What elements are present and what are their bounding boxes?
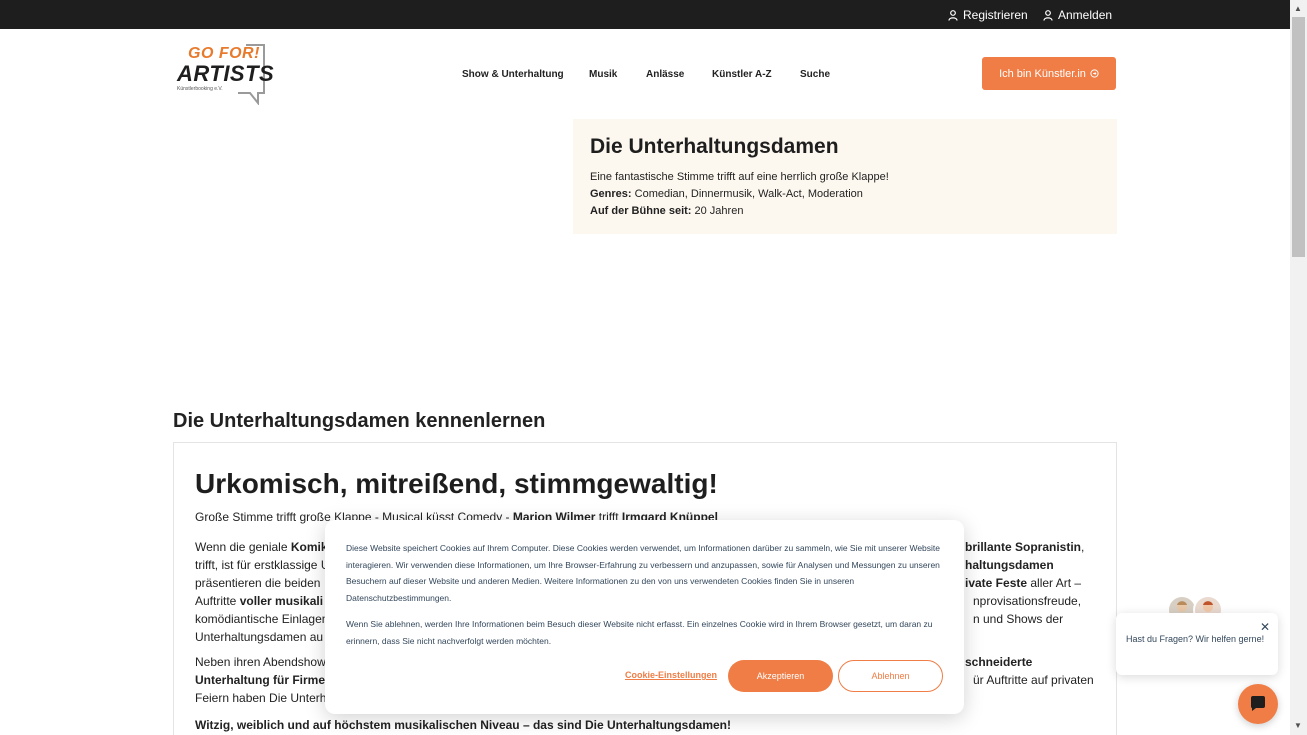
about-closing: Witzig, weiblich und auf höchstem musika… — [195, 718, 731, 732]
p1-text: präsentieren die beiden — [195, 576, 321, 590]
close-icon[interactable]: ✕ — [1260, 619, 1270, 636]
chat-message: Hast du Fragen? Wir helfen gerne! — [1126, 634, 1265, 644]
p1-text: Auftritte — [195, 594, 240, 608]
chat-launcher-button[interactable] — [1238, 684, 1278, 724]
cookie-text-1: Diese Website speichert Cookies auf Ihre… — [346, 543, 941, 603]
p1-text: Wenn die geniale — [195, 540, 291, 554]
artist-stage-since: Auf der Bühne seit: 20 Jahren — [590, 203, 1100, 220]
user-icon — [948, 9, 958, 21]
logo-line2: ARTISTS — [177, 61, 275, 86]
login-label: Anmelden — [1058, 8, 1113, 22]
about-headline: Urkomisch, mitreißend, stimmgewaltig! — [195, 468, 718, 499]
p1-text-right: n und Shows der — [973, 612, 1064, 626]
stage-label: Auf der Bühne seit: — [590, 205, 692, 217]
register-link[interactable]: Registrieren — [948, 8, 1028, 22]
artist-genres: Genres: Comedian, Dinnermusik, Walk-Act,… — [590, 186, 1100, 203]
cookie-accept-button[interactable]: Akzeptieren — [728, 660, 833, 692]
user-icon — [1043, 9, 1053, 21]
login-link[interactable]: Anmelden — [1043, 8, 1112, 22]
artist-tagline: Eine fantastische Stimme trifft auf eine… — [590, 171, 889, 183]
scroll-down-icon[interactable]: ▼ — [1294, 721, 1302, 730]
p1-bold: Komik — [290, 540, 328, 554]
p1-text-right: , — [1081, 540, 1085, 554]
p2-bold: Unterhaltung für Firme — [195, 673, 326, 687]
p1-bold: voller musikali — [239, 594, 324, 608]
p1-text: trifft, ist für erstklassige U — [195, 558, 330, 572]
artist-info-box: Die Unterhaltungsdamen Eine fantastische… — [573, 119, 1117, 234]
artist-signup-button[interactable]: Ich bin Künstler.in — [982, 57, 1116, 90]
nav-item-kuenstler-az[interactable]: Künstler A-Z — [712, 69, 772, 80]
stage-value: 20 Jahren — [694, 205, 744, 217]
site-logo[interactable]: GO FOR! ARTISTS Künstlerbooking e.V. — [176, 43, 274, 105]
nav-item-musik[interactable]: Musik — [589, 69, 617, 80]
p1-bold-right: ivate Feste — [965, 576, 1028, 590]
p1-bold-right: haltungsdamen — [965, 558, 1054, 572]
p1-text-right: nprovisationsfreude, — [973, 594, 1082, 608]
p1-text: Unterhaltungsdamen au — [195, 630, 324, 644]
p2-text-right: ür Auftritte auf privaten — [973, 673, 1094, 687]
nav-item-show[interactable]: Show & Unterhaltung — [462, 69, 564, 80]
p1-bold-right: brillante Sopranistin — [965, 540, 1082, 554]
cookie-decline-button[interactable]: Ablehnen — [838, 660, 943, 692]
genres-value: Comedian, Dinnermusik, Walk-Act, Moderat… — [634, 188, 863, 200]
p2-text: Neben ihren Abendshow — [195, 655, 326, 669]
register-label: Registrieren — [963, 8, 1028, 22]
arrow-circle-icon — [1090, 69, 1099, 78]
scrollbar-thumb[interactable] — [1292, 17, 1305, 257]
scroll-up-icon[interactable]: ▲ — [1294, 4, 1302, 13]
section-title: Die Unterhaltungsdamen kennenlernen — [173, 410, 546, 432]
p2-bold-right: schneiderte — [965, 655, 1033, 669]
p1-text: komödiantische Einlagen — [195, 612, 329, 626]
artist-signup-label: Ich bin Künstler.in — [999, 67, 1086, 80]
genres-label: Genres: — [590, 188, 632, 200]
cookie-banner: Diese Website speichert Cookies auf Ihre… — [325, 520, 964, 714]
logo-tagline: Künstlerbooking e.V. — [177, 86, 223, 92]
nav-item-suche[interactable]: Suche — [800, 69, 830, 80]
page-scrollbar[interactable]: ▲ ▼ — [1290, 0, 1307, 735]
chat-welcome-bubble[interactable]: ✕ Hast du Fragen? Wir helfen gerne! — [1116, 613, 1278, 675]
top-bar: Registrieren Anmelden — [0, 0, 1290, 29]
site-header: GO FOR! ARTISTS Künstlerbooking e.V. Sho… — [0, 29, 1290, 119]
nav-item-anlaesse[interactable]: Anlässe — [646, 69, 684, 80]
artist-name: Die Unterhaltungsdamen — [590, 135, 839, 158]
cookie-actions: Cookie-Einstellungen Akzeptieren Ablehne… — [325, 660, 964, 692]
p2-text: Feiern haben Die Unterh — [195, 691, 327, 705]
p1-text-right: aller Art – — [1027, 576, 1082, 590]
cookie-settings-link[interactable]: Cookie-Einstellungen — [625, 670, 717, 680]
cookie-text-2: Wenn Sie ablehnen, werden Ihre Informati… — [346, 619, 933, 646]
chat-icon — [1251, 696, 1265, 711]
